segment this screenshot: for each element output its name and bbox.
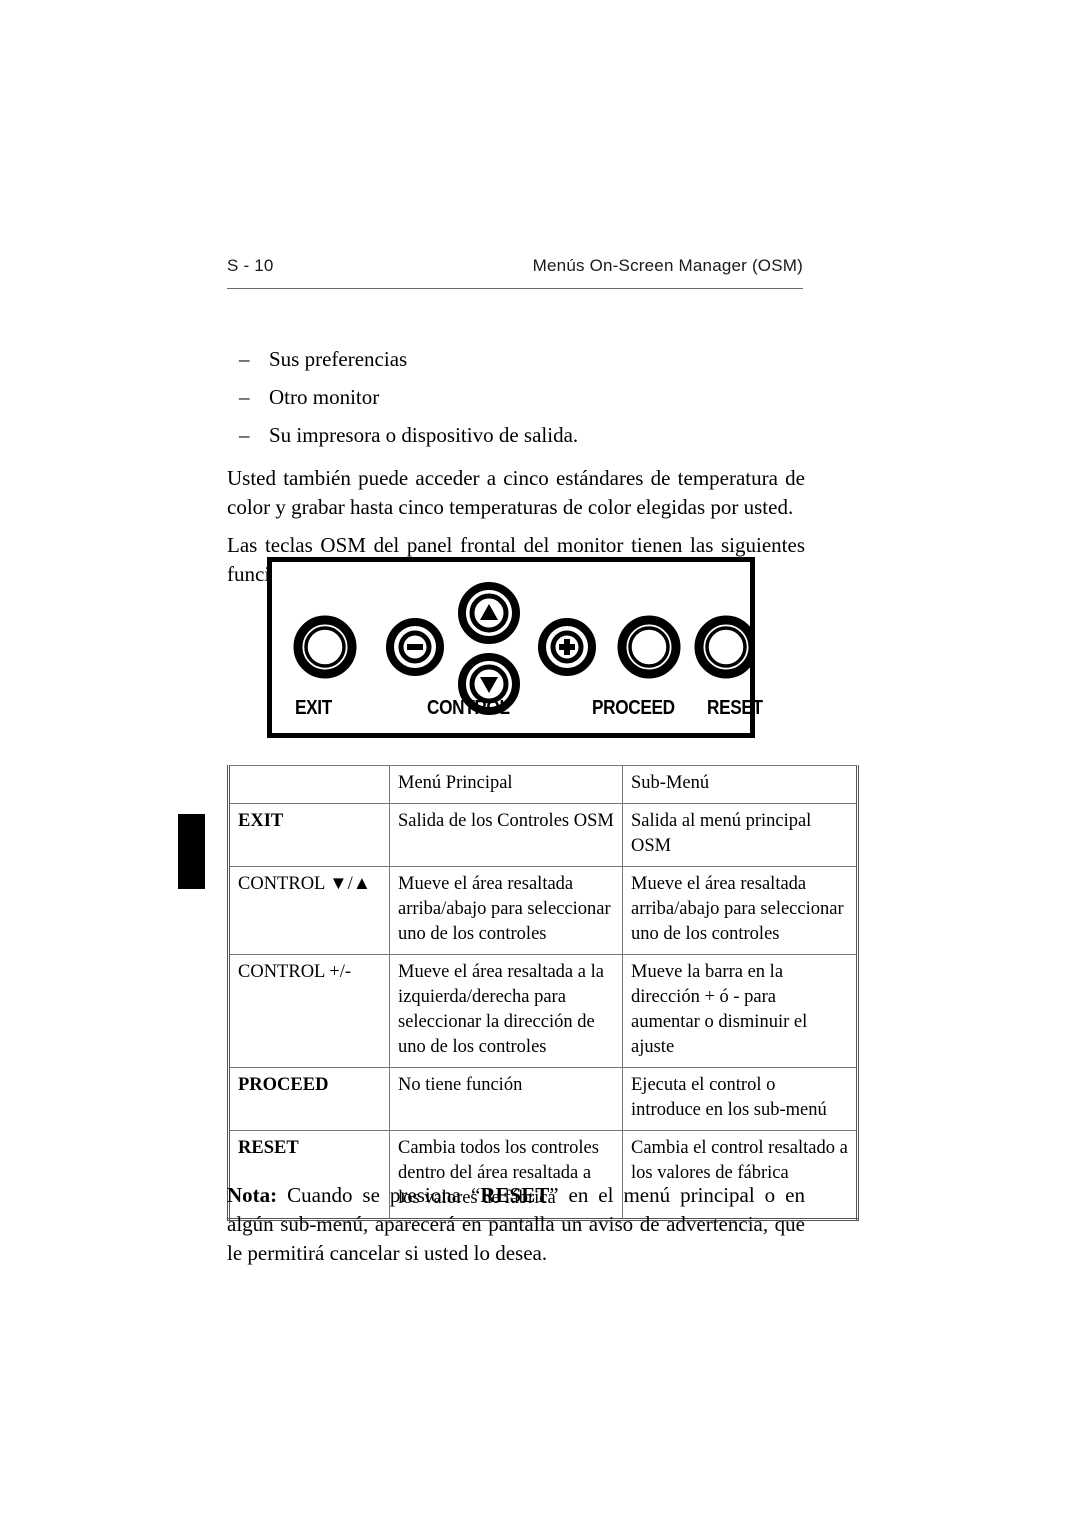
document-page: S - 10 Menús On-Screen Manager (OSM) – S… — [0, 0, 1080, 1528]
panel-label-exit: EXIT — [295, 697, 332, 719]
up-button-icon — [458, 582, 520, 644]
note-paragraph: Nota: Cuando se presiona “RESET” en el m… — [227, 1181, 805, 1268]
paragraph-color-temperature: Usted también puede acceder a cinco está… — [227, 466, 805, 519]
table-header-cell-sub: Sub-Menú — [622, 765, 858, 804]
minus-button-icon — [386, 618, 444, 676]
dash-marker: – — [239, 423, 250, 447]
table-row: CONTROL +/- Mueve el área resaltada a la… — [228, 954, 858, 1068]
row-key: PROCEED — [228, 1067, 390, 1131]
list-item: – Su impresora o dispositivo de salida. — [227, 416, 805, 454]
row-sub-menu: Mueve el área resaltada arriba/abajo par… — [622, 866, 858, 955]
panel-buttons-graphic — [293, 582, 755, 715]
row-key: CONTROL ▼/▲ — [228, 866, 390, 955]
page-number: S - 10 — [227, 256, 274, 275]
proceed-button-icon — [617, 615, 681, 679]
table-header-cell-blank — [228, 765, 390, 804]
list-item-label: Sus preferencias — [269, 347, 408, 371]
list-item: – Otro monitor — [227, 378, 805, 416]
table-row: EXIT Salida de los Controles OSM Salida … — [228, 803, 858, 867]
body-content: – Sus preferencias – Otro monitor – Su i… — [227, 340, 805, 589]
osm-key-functions-table: Menú Principal Sub-Menú EXIT Salida de l… — [227, 765, 859, 1221]
row-main-menu: Mueve el área resaltada arriba/abajo par… — [389, 866, 623, 955]
thumb-index-tab — [178, 814, 205, 889]
exit-button-icon — [293, 615, 357, 679]
dash-marker: – — [239, 347, 250, 371]
note-label: Nota: — [227, 1183, 278, 1207]
row-key: EXIT — [228, 803, 390, 867]
table-row: PROCEED No tiene función Ejecuta el cont… — [228, 1067, 858, 1131]
front-panel-diagram: EXIT CONTROL PROCEED RESET — [267, 557, 763, 738]
plus-button-icon — [538, 618, 596, 676]
panel-label-control: CONTROL — [427, 697, 510, 719]
page-header: S - 10 Menús On-Screen Manager (OSM) — [227, 256, 803, 288]
panel-label-proceed: PROCEED — [592, 697, 675, 719]
row-main-menu: No tiene función — [389, 1067, 623, 1131]
note-text-before: Cuando se presiona “ — [277, 1183, 481, 1207]
reset-button-icon — [694, 615, 755, 679]
bullet-list: – Sus preferencias – Otro monitor – Su i… — [227, 340, 805, 454]
note-emphasis: RESET — [480, 1183, 550, 1207]
table-row: CONTROL ▼/▲ Mueve el área resaltada arri… — [228, 866, 858, 955]
table-header-row: Menú Principal Sub-Menú — [228, 765, 858, 804]
header-title: Menús On-Screen Manager (OSM) — [532, 256, 803, 275]
dash-marker: – — [239, 385, 250, 409]
list-item: – Sus preferencias — [227, 340, 805, 378]
row-sub-menu: Ejecuta el control o introduce en los su… — [622, 1067, 858, 1131]
row-main-menu: Salida de los Controles OSM — [389, 803, 623, 867]
panel-label-reset: RESET — [707, 697, 763, 719]
row-key: CONTROL +/- — [228, 954, 390, 1068]
row-main-menu: Mueve el área resaltada a la izquierda/d… — [389, 954, 623, 1068]
row-sub-menu: Salida al menú principal OSM — [622, 803, 858, 867]
header-divider — [227, 288, 803, 289]
list-item-label: Otro monitor — [269, 385, 380, 409]
table-header-cell-main: Menú Principal — [389, 765, 623, 804]
row-sub-menu: Mueve la barra en la dirección + ó - par… — [622, 954, 858, 1068]
list-item-label: Su impresora o dispositivo de salida. — [269, 423, 579, 447]
